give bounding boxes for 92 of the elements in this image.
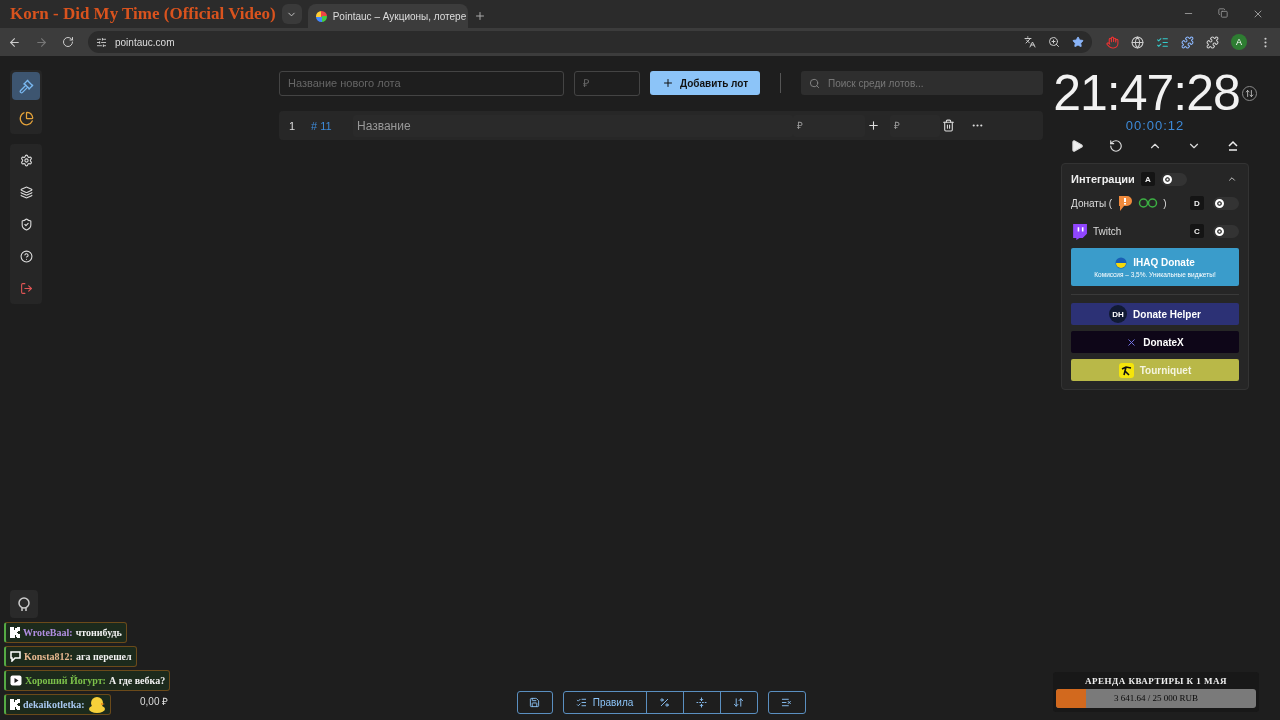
- chat-bubble-icon: [10, 651, 21, 662]
- chat-username: Хороший Йогурт:: [25, 675, 106, 686]
- now-playing-title: Korn - Did My Time (Official Video): [10, 4, 276, 24]
- hotkey-label: D: [1190, 196, 1204, 210]
- zoom-icon: [1048, 36, 1060, 48]
- chevron-up-icon: [1227, 174, 1237, 184]
- profile-avatar[interactable]: A: [1231, 34, 1247, 50]
- puzzle-icon: [1181, 35, 1194, 49]
- kick-icon: [10, 627, 20, 638]
- close-icon: [1252, 8, 1264, 20]
- tab-menu-button[interactable]: [281, 4, 302, 24]
- infinity-icon: [1138, 198, 1159, 208]
- hotkey-label: A: [1140, 172, 1155, 186]
- settings-icon: [19, 153, 33, 167]
- search-input[interactable]: Поиск среди лотов...: [826, 76, 1035, 90]
- star-icon: [1072, 36, 1084, 48]
- list-icon: [575, 697, 587, 708]
- reset-button[interactable]: [1107, 137, 1125, 155]
- pie-chart-icon: [18, 110, 34, 126]
- percent-icon: [659, 697, 670, 708]
- search-icon: [809, 77, 820, 89]
- kick-icon: [10, 699, 20, 710]
- extensions-icon: [1206, 35, 1219, 49]
- gavel-icon: [18, 78, 34, 94]
- total-amount: 0,00 ₽: [140, 695, 169, 708]
- hand-icon: [1106, 35, 1119, 49]
- chat-text: А где вебка?: [108, 675, 166, 686]
- integration-label: Донаты (: [1071, 197, 1113, 209]
- lot-amount-field[interactable]: ₽: [574, 70, 640, 96]
- play-icon: [1070, 139, 1084, 153]
- toggle-switch[interactable]: [1213, 224, 1239, 238]
- integration-button[interactable]: DonateX: [1071, 331, 1239, 353]
- shield-icon: [19, 217, 33, 231]
- url-text: pointauc.com: [115, 36, 175, 48]
- twitch-icon: [1071, 222, 1088, 240]
- back-icon: [8, 35, 21, 49]
- fold-icon: [696, 697, 707, 708]
- restore-icon: [1218, 8, 1228, 18]
- layers-icon: [19, 185, 33, 199]
- hotkey-label: C: [1190, 224, 1204, 238]
- lot-id: # 11: [311, 119, 333, 132]
- new-tab-icon: [473, 10, 486, 22]
- donation-alerts-icon: [1117, 194, 1134, 212]
- integration-label: ): [1163, 197, 1167, 209]
- add-lot-button[interactable]: Добавить лот: [650, 71, 760, 95]
- plus-icon: [867, 119, 880, 132]
- toggle-switch[interactable]: [1213, 196, 1239, 210]
- elapsed-timer: 00:00:12: [1125, 118, 1185, 133]
- lot-name-field[interactable]: Название нового лота: [279, 70, 564, 96]
- chat-text: ага перешел: [75, 651, 132, 662]
- play-icon: [10, 675, 22, 686]
- integration-button[interactable]: DH Donate Helper: [1071, 303, 1239, 325]
- translate-icon: [1024, 36, 1036, 48]
- gavel-button[interactable]: [12, 72, 40, 100]
- sort-icon: [733, 697, 744, 708]
- trash-icon: [942, 119, 955, 132]
- search-field[interactable]: Поиск среди лотов...: [801, 71, 1043, 95]
- logo-icon: [1115, 256, 1128, 269]
- logout-icon: [19, 281, 33, 295]
- integration-label: Twitch: [1093, 225, 1122, 237]
- goal-progress-text: 3 641.64 / 25 000 RUB: [1113, 693, 1199, 703]
- github-button[interactable]: [10, 590, 38, 618]
- favicon-icon: [315, 10, 327, 22]
- forward-icon: [35, 35, 48, 49]
- goal-title: АРЕНДА КВАРТИРЫ К 1 МАЯ: [1084, 676, 1228, 686]
- clock: 21:47:28: [1053, 70, 1240, 116]
- plus-icon: [661, 77, 674, 89]
- save-icon: [529, 697, 540, 708]
- chat-username: WroteBaal:: [23, 627, 73, 638]
- tab-title: Pointauc – Аукционы, лотере: [332, 10, 467, 22]
- delete-button[interactable]: [940, 117, 957, 134]
- chat-username: Konsta812:: [24, 651, 73, 662]
- help-icon: [19, 249, 33, 263]
- chat-text: чтонибудь: [75, 627, 122, 638]
- logo-icon: [1118, 362, 1134, 378]
- logo-icon: DH: [1109, 305, 1128, 323]
- site-settings-icon: [96, 36, 107, 48]
- swap-icon: [1244, 88, 1254, 98]
- reload-icon: [62, 36, 74, 48]
- globe-icon: [1131, 35, 1144, 49]
- browser-tab[interactable]: Pointauc – Аукционы, лотере: [307, 4, 468, 28]
- checklist-icon: [1156, 35, 1169, 49]
- lot-index: 1: [289, 119, 297, 132]
- reset-icon: [1109, 139, 1123, 153]
- eject-icon: [1226, 139, 1240, 153]
- panel-title: Интеграции: [1071, 173, 1135, 185]
- lot-row[interactable]: 1 # 11 Название ₽ ₽: [279, 111, 1043, 140]
- address-bar[interactable]: pointauc.com: [88, 31, 1092, 53]
- chat-username: dekaikotletka:: [23, 699, 85, 710]
- clear-list-icon: [781, 697, 792, 708]
- toggle-switch[interactable]: [1160, 172, 1187, 186]
- x-icon: [1126, 336, 1138, 348]
